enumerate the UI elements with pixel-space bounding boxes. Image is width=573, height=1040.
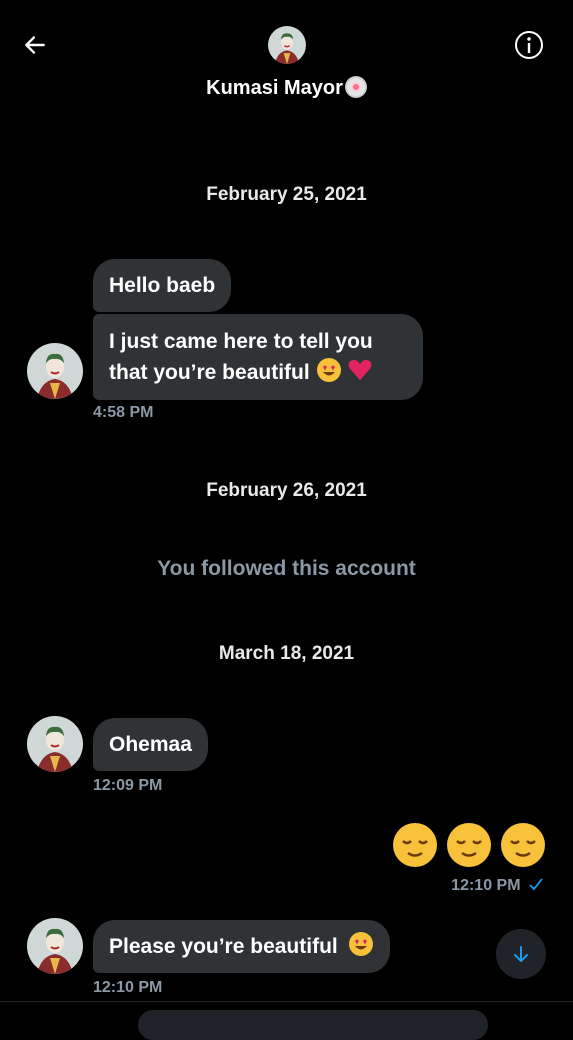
info-icon (515, 31, 543, 59)
scroll-to-bottom-button[interactable] (496, 929, 546, 979)
verified-badge-icon (344, 76, 367, 98)
arrow-down-icon (514, 946, 528, 962)
message-timestamp: 12:09 PM (93, 777, 163, 794)
message-text: Hello baeb (109, 274, 216, 297)
message-bubble[interactable]: Ohemaa (93, 718, 208, 771)
sender-avatar[interactable] (27, 918, 83, 974)
red-heart-emoji-icon (348, 359, 372, 380)
conversation-name: Kumasi Mayor (206, 77, 343, 99)
message-timestamp: 12:10 PM (93, 979, 163, 996)
message-timestamp: 4:58 PM (93, 404, 154, 421)
relieved-face-emoji-icon (393, 823, 437, 867)
sender-avatar[interactable] (27, 343, 83, 399)
back-button[interactable] (18, 28, 52, 62)
sent-message[interactable] (376, 822, 546, 873)
relieved-face-emoji-icon (447, 823, 491, 867)
arrow-left-icon (25, 36, 45, 54)
heart-eyes-emoji-icon (316, 358, 341, 382)
message-text-line: that you’re beautiful (109, 361, 310, 384)
message-text: Please you’re beautiful (109, 935, 338, 958)
composer-bar (0, 1001, 573, 1040)
date-separator: February 26, 2021 (206, 480, 367, 501)
message-bubble[interactable]: I just came here to tell you that you’re… (93, 314, 423, 400)
conversation-title[interactable]: Kumasi Mayor (0, 76, 573, 100)
sent-timestamp-row: 12:10 PM (380, 877, 544, 895)
heart-eyes-emoji-icon (348, 932, 373, 956)
message-text-line: I just came here to tell you (109, 330, 373, 353)
date-separator: February 25, 2021 (206, 184, 367, 205)
message-timestamp: 12:10 PM (451, 877, 521, 894)
info-button[interactable] (511, 27, 547, 63)
relieved-face-emoji-icon (501, 823, 545, 867)
date-separator: March 18, 2021 (218, 643, 355, 664)
message-text: Ohemaa (109, 733, 192, 756)
header-avatar[interactable] (268, 26, 306, 64)
message-input[interactable] (138, 1010, 488, 1040)
message-bubble[interactable]: Please you’re beautiful (93, 920, 390, 973)
sender-avatar[interactable] (27, 716, 83, 772)
system-message: You followed this account (157, 557, 416, 580)
check-icon (529, 878, 543, 891)
message-bubble[interactable]: Hello baeb (93, 259, 232, 312)
